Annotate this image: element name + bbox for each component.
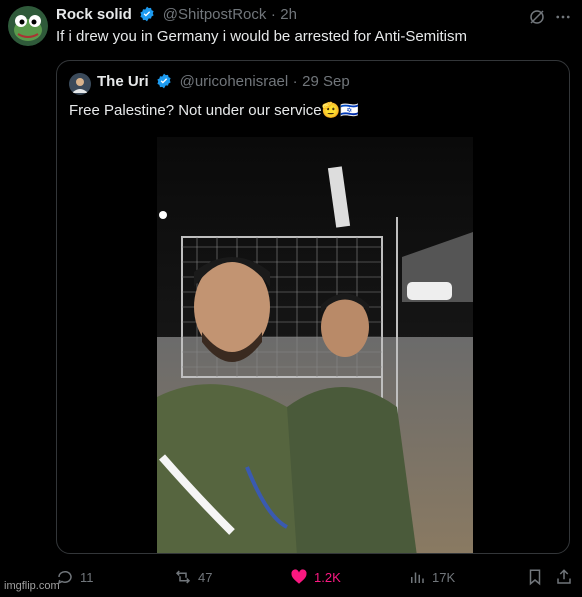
repost-button[interactable]: 47 [174,568,212,586]
post-text: If i drew you in Germany i would be arre… [56,28,467,45]
quoted-emoji: 🫡🇮🇱 [321,102,359,119]
quoted-text: Free Palestine? Not under our service [69,102,322,119]
watermark-text: imgflip.com [4,580,60,592]
soldiers-photo-image [157,137,473,553]
author-avatar[interactable] [8,6,48,46]
like-button[interactable]: 1.2K [290,568,341,586]
repost-count: 47 [198,569,213,585]
repost-icon [175,570,191,584]
bookmark-button[interactable] [526,568,544,586]
quoted-separator: · [292,73,298,90]
header-separator: · [270,6,276,23]
grok-icon[interactable] [526,6,548,28]
share-icon [557,569,571,584]
reply-button[interactable]: 11 [56,568,94,586]
views-count: 17K [432,569,456,585]
quoted-author-name[interactable]: The Uri [97,73,149,90]
quoted-header: The Uri @uricohenisrael · 29 Sep [97,73,350,91]
views-chart-icon [411,572,424,583]
post-time[interactable]: 2h [280,6,297,23]
quoted-author-avatar[interactable] [69,73,91,95]
quoted-post[interactable]: The Uri @uricohenisrael · 29 Sep Free Pa… [56,60,570,554]
author-handle[interactable]: @ShitpostRock [163,6,267,23]
author-name[interactable]: Rock solid [56,6,132,23]
frog-avatar-icon [8,6,48,46]
quoted-photo[interactable] [157,137,473,553]
quoted-author-handle[interactable]: @uricohenisrael [180,73,289,90]
bookmark-icon [529,569,541,586]
reply-count: 11 [80,569,94,585]
share-button[interactable] [555,568,573,586]
verified-badge-icon [140,6,154,22]
quoted-text-line: Free Palestine? Not under our service🫡🇮🇱 [69,101,359,119]
like-count: 1.2K [314,569,341,585]
heart-icon [291,569,307,584]
verified-badge-icon [157,73,171,89]
quoted-date[interactable]: 29 Sep [302,73,350,90]
views-button[interactable]: 17K [408,568,455,586]
more-options-icon[interactable] [552,6,574,28]
person-avatar-icon [69,73,91,95]
post-header: Rock solid @ShitpostRock · 2h [56,6,297,24]
